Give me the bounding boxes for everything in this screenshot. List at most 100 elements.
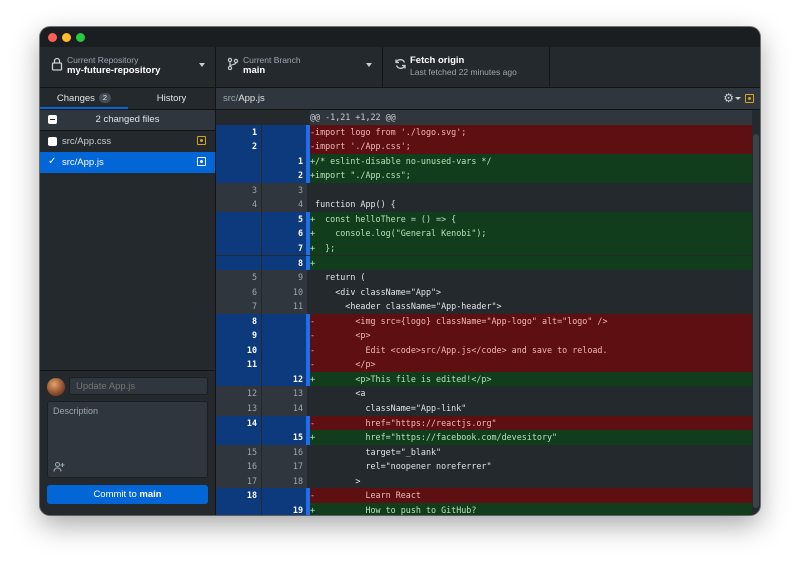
diff-line-code: rel="noopener noreferrer": [310, 459, 752, 474]
diff-line-code: +import "./App.css";: [310, 168, 752, 183]
add-coauthor-icon[interactable]: [53, 461, 65, 473]
new-line-number: [262, 124, 307, 140]
diff-line-code: className="App-link": [310, 401, 752, 416]
diff-line-code: - <img src={logo} className="App-logo" a…: [310, 313, 752, 329]
tab-history[interactable]: History: [128, 88, 215, 109]
old-line-number: 11: [216, 357, 261, 372]
diff-line-context[interactable]: 44 function App() {: [216, 197, 752, 212]
tab-changes[interactable]: Changes 2: [40, 88, 128, 109]
fetch-origin-status: Last fetched 22 minutes ago: [410, 67, 517, 77]
old-line-number: 2: [216, 139, 261, 154]
diff-line-deleted[interactable]: 9 - <p>: [216, 328, 752, 343]
diff-line-code: >: [310, 473, 752, 489]
diff-line-deleted[interactable]: 2 -import './App.css';: [216, 139, 752, 154]
new-line-number: [262, 342, 307, 358]
diff-line-context[interactable]: 12 13 <a: [216, 386, 752, 401]
diff-line-context[interactable]: 59 return (: [216, 270, 752, 285]
commit-description-field[interactable]: Description: [47, 401, 208, 478]
diff-line-code: - href="https://reactjs.org": [310, 415, 752, 431]
diff-file-path: src/App.js: [223, 93, 265, 104]
hunk-header[interactable]: @@ -1,21 +1,22 @@: [216, 110, 752, 125]
diff-view[interactable]: @@ -1,21 +1,22 @@ 1 -import logo from './l…: [216, 110, 752, 515]
diff-line-code: @@ -1,21 +1,22 @@: [310, 110, 752, 125]
new-line-number: [262, 415, 307, 431]
diff-line-added[interactable]: 2 +import "./App.css";: [216, 168, 752, 183]
old-line-number: 16: [216, 459, 261, 474]
diff-line-code: <header className="App-header">: [310, 299, 752, 314]
new-line-number: 1: [262, 153, 307, 169]
old-line-number: 4: [216, 197, 261, 212]
new-line-number: 9: [262, 270, 307, 285]
commit-button[interactable]: Commit to main: [47, 485, 208, 504]
diff-line-added[interactable]: 5 + const helloThere = () => {: [216, 211, 752, 227]
diff-line-added[interactable]: 1 +/* eslint-disable no-unused-vars */: [216, 153, 752, 169]
diff-line-deleted[interactable]: 14 - href="https://reactjs.org": [216, 415, 752, 431]
diff-line-deleted[interactable]: 8 - <img src={logo} className="App-logo" …: [216, 313, 752, 329]
file-include-checkbox[interactable]: [48, 137, 57, 146]
commit-panel: Description Commit to main: [40, 370, 215, 515]
diff-panel: src/App.js ⚙ @@ -1,21 +1,22 @@ 1 -import l…: [216, 88, 760, 515]
fetch-origin-button[interactable]: Fetch origin Last fetched 22 minutes ago: [383, 47, 550, 87]
old-line-number: [216, 371, 261, 387]
diff-line-added[interactable]: 7 + };: [216, 240, 752, 256]
old-line-number: [216, 502, 261, 515]
diff-line-context[interactable]: 15 16 target="_blank": [216, 444, 752, 460]
old-line-number: [216, 211, 261, 227]
diff-line-code: - Learn React: [310, 488, 752, 503]
new-line-number: [262, 139, 307, 154]
diff-file-header: src/App.js ⚙: [216, 88, 760, 110]
current-repository-title: Current Repository: [67, 55, 139, 65]
diff-line-code: +: [310, 255, 752, 271]
diff-line-code: - Edit <code>src/App.js</code> and save …: [310, 342, 752, 358]
diff-line-added[interactable]: 19 + How to push to GitHub?: [216, 502, 752, 515]
diff-line-added[interactable]: 15 + href="https://facebook.com/devesitor…: [216, 430, 752, 445]
diff-line-context[interactable]: 16 17 rel="noopener noreferrer": [216, 459, 752, 474]
gear-icon[interactable]: ⚙: [723, 91, 734, 105]
diff-line-deleted[interactable]: 10 - Edit <code>src/App.js</code> and sav…: [216, 342, 752, 358]
app-window: Current Repository my-future-repository …: [40, 27, 760, 515]
changes-count-badge: 2: [98, 93, 112, 103]
diff-line-code: -import './App.css';: [310, 139, 752, 154]
diff-file-name: App.js: [238, 93, 265, 104]
old-line-number: 6: [216, 284, 261, 300]
old-line-number: 1: [216, 124, 261, 140]
gear-chevron-down-icon[interactable]: [735, 97, 741, 100]
changed-file-row[interactable]: src/App.css: [40, 131, 215, 152]
diff-line-context[interactable]: 7 11 <header className="App-header">: [216, 299, 752, 314]
changed-file-row-selected[interactable]: ✓ src/App.js: [40, 152, 215, 173]
diff-line-context[interactable]: 6 10 <div className="App">: [216, 284, 752, 300]
close-window-button[interactable]: [48, 33, 57, 42]
checkmark-icon[interactable]: ✓: [48, 156, 56, 167]
new-line-number: 7: [262, 240, 307, 256]
old-line-number: [216, 153, 261, 169]
zoom-window-button[interactable]: [76, 33, 85, 42]
diff-scrollbar[interactable]: [752, 110, 760, 515]
sync-icon: [393, 57, 407, 75]
old-line-number: [216, 240, 261, 256]
diff-line-added[interactable]: 8 +: [216, 255, 752, 271]
diff-line-added[interactable]: 6 + console.log("General Kenobi");: [216, 226, 752, 241]
diff-line-deleted[interactable]: 1 -import logo from './logo.svg';: [216, 124, 752, 140]
diff-line-code: + };: [310, 240, 752, 256]
diff-line-context[interactable]: 33: [216, 182, 752, 198]
old-line-number: 10: [216, 342, 261, 358]
minimize-window-button[interactable]: [62, 33, 71, 42]
diff-line-deleted[interactable]: 11 - </p>: [216, 357, 752, 372]
diff-line-deleted[interactable]: 18 - Learn React: [216, 488, 752, 503]
repo-chevron-down-icon: [199, 63, 205, 67]
current-branch-button[interactable]: Current Branch main: [216, 47, 383, 87]
scrollbar-thumb[interactable]: [753, 134, 759, 508]
current-repository-button[interactable]: Current Repository my-future-repository: [40, 47, 216, 87]
sidebar-tabs: Changes 2 History: [40, 88, 215, 110]
commit-summary-input[interactable]: [69, 377, 208, 395]
new-line-number: 10: [262, 284, 307, 300]
old-line-number: 3: [216, 182, 261, 198]
new-line-number: 11: [262, 299, 307, 314]
diff-line-context[interactable]: 17 18 >: [216, 473, 752, 489]
diff-line-code: + const helloThere = () => {: [310, 211, 752, 227]
diff-line-added[interactable]: 12 + <p>This file is edited!</p>: [216, 371, 752, 387]
commit-button-branch: main: [139, 489, 162, 500]
new-line-number: [262, 357, 307, 372]
title-bar: [40, 27, 760, 47]
diff-line-context[interactable]: 13 14 className="App-link": [216, 401, 752, 416]
